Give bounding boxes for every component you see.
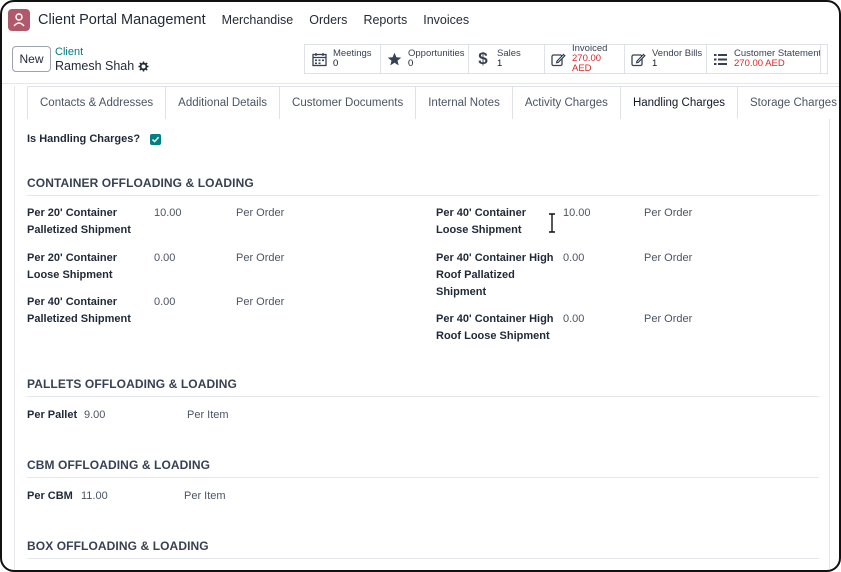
list-icon [713,51,728,67]
more-smart-buttons[interactable] [820,44,828,74]
nav-merchandise[interactable]: Merchandise [222,13,294,27]
field-unit: Per Order [236,252,285,264]
field-value-input[interactable]: 0.00 [563,311,644,345]
top-navbar: Client Portal Management Merchandise Ord… [2,2,839,38]
edit-icon [631,51,646,67]
app-window: Client Portal Management Merchandise Ord… [0,0,841,572]
field-value-input[interactable]: 10.00 [563,205,644,239]
invoiced-amount: 270.00 AED [572,53,602,74]
field-unit: Per Order [236,207,285,219]
nav-invoices[interactable]: Invoices [423,13,469,27]
check-icon [152,136,160,143]
star-icon [387,51,402,67]
field-value-input[interactable]: 10.00 [154,205,236,239]
meetings-label: Meetings [333,48,372,59]
field-value-input[interactable]: 0.00 [154,250,236,284]
field-label: Per 20' Container Palletized Shipment [27,207,131,236]
gear-icon[interactable] [138,60,149,72]
tab-internal-notes[interactable]: Internal Notes [416,86,513,119]
pallets-section-title: PALLETS OFFLOADING & LOADING [27,377,819,397]
vendor-bills-label: Vendor Bills [652,48,703,59]
nav-reports[interactable]: Reports [363,13,407,27]
is-handling-field: Is Handling Charges? [27,133,162,145]
tab-contacts-addresses[interactable]: Contacts & Addresses [27,86,167,119]
field-unit: Per Order [644,207,693,219]
field-label: Per 40' Container Palletized Shipment [27,296,131,325]
cbm-row: Per CBM 11.00 Per Item [27,488,226,505]
tab-customer-documents[interactable]: Customer Documents [280,86,417,119]
field-unit: Per Order [644,313,693,325]
form-sheet: Contacts & Addresses Additional Details … [14,86,839,570]
box-section-title: BOX OFFLOADING & LOADING [27,539,819,559]
invoiced-button[interactable]: Invoiced 270.00 AED [544,44,624,74]
is-handling-checkbox[interactable] [150,133,162,145]
sales-count: 1 [497,58,503,69]
container-row-20-palletized: Per 20' Container Palletized Shipment 10… [27,205,284,239]
field-value-input[interactable]: 0.00 [563,250,644,301]
field-label: Per 20' Container Loose Shipment [27,252,118,281]
breadcrumb-current: Ramesh Shah [55,59,149,73]
app-logo-icon[interactable] [8,9,30,31]
opportunities-count: 0 [408,58,414,69]
field-unit: Per Order [644,252,693,264]
field-label: Per 40' Container Loose Shipment [436,207,527,236]
opportunities-button[interactable]: Opportunities 0 [380,44,468,74]
new-button[interactable]: New [12,46,51,72]
opportunities-label: Opportunities [408,48,465,59]
customer-statement-button[interactable]: Customer Statement 270.00 AED [706,44,821,74]
field-unit: Per Item [187,409,229,421]
field-label: Per 40' Container High Roof Pallatized S… [436,252,554,298]
customer-statement-amount: 270.00 AED [734,58,785,69]
vendor-bills-count: 1 [652,58,658,69]
container-row-40-high-palletized: Per 40' Container High Roof Pallatized S… [436,250,692,301]
field-unit: Per Item [184,490,226,502]
container-row-20-loose: Per 20' Container Loose Shipment 0.00 Pe… [27,250,284,284]
sales-button[interactable]: $ Sales 1 [468,44,544,74]
field-label: Per 40' Container High Roof Loose Shipme… [436,313,554,342]
app-title[interactable]: Client Portal Management [38,12,206,28]
field-unit: Per Order [236,296,285,308]
notebook-tabs: Contacts & Addresses Additional Details … [27,86,839,119]
dollar-icon: $ [478,49,488,68]
field-label: Per CBM [27,490,73,502]
meetings-button[interactable]: Meetings 0 [304,44,380,74]
control-panel: New Client Ramesh Shah Meetings 0 Opport… [2,38,839,84]
cbm-section-title: CBM OFFLOADING & LOADING [27,458,819,478]
edit-icon [551,51,566,67]
breadcrumb: Client Ramesh Shah [55,45,149,73]
container-section-title: CONTAINER OFFLOADING & LOADING [27,176,819,196]
tab-activity-charges[interactable]: Activity Charges [512,86,621,119]
container-row-40-loose: Per 40' Container Loose Shipment 10.00 P… [436,205,692,239]
field-value-input[interactable]: 9.00 [84,407,187,424]
tab-handling-charges[interactable]: Handling Charges [620,86,738,119]
tab-additional-details[interactable]: Additional Details [166,86,281,119]
container-row-40-high-loose: Per 40' Container High Roof Loose Shipme… [436,311,692,345]
nav-orders[interactable]: Orders [309,13,347,27]
smart-buttons: Meetings 0 Opportunities 0 $ Sales 1 Invoic… [304,44,828,74]
container-row-40-palletized: Per 40' Container Palletized Shipment 0.… [27,294,284,328]
record-name: Ramesh Shah [55,59,135,73]
meetings-count: 0 [333,58,339,69]
breadcrumb-parent-link[interactable]: Client [55,45,149,59]
calendar-icon [311,51,327,67]
is-handling-label: Is Handling Charges? [27,133,141,145]
tab-storage-charges[interactable]: Storage Charges [738,86,839,119]
field-value-input[interactable]: 11.00 [81,488,184,505]
field-value-input[interactable]: 0.00 [154,294,236,328]
field-label: Per Pallet [27,409,78,421]
text-cursor-icon [549,213,555,233]
pallets-row: Per Pallet 9.00 Per Item [27,407,229,424]
vendor-bills-button[interactable]: Vendor Bills 1 [624,44,706,74]
